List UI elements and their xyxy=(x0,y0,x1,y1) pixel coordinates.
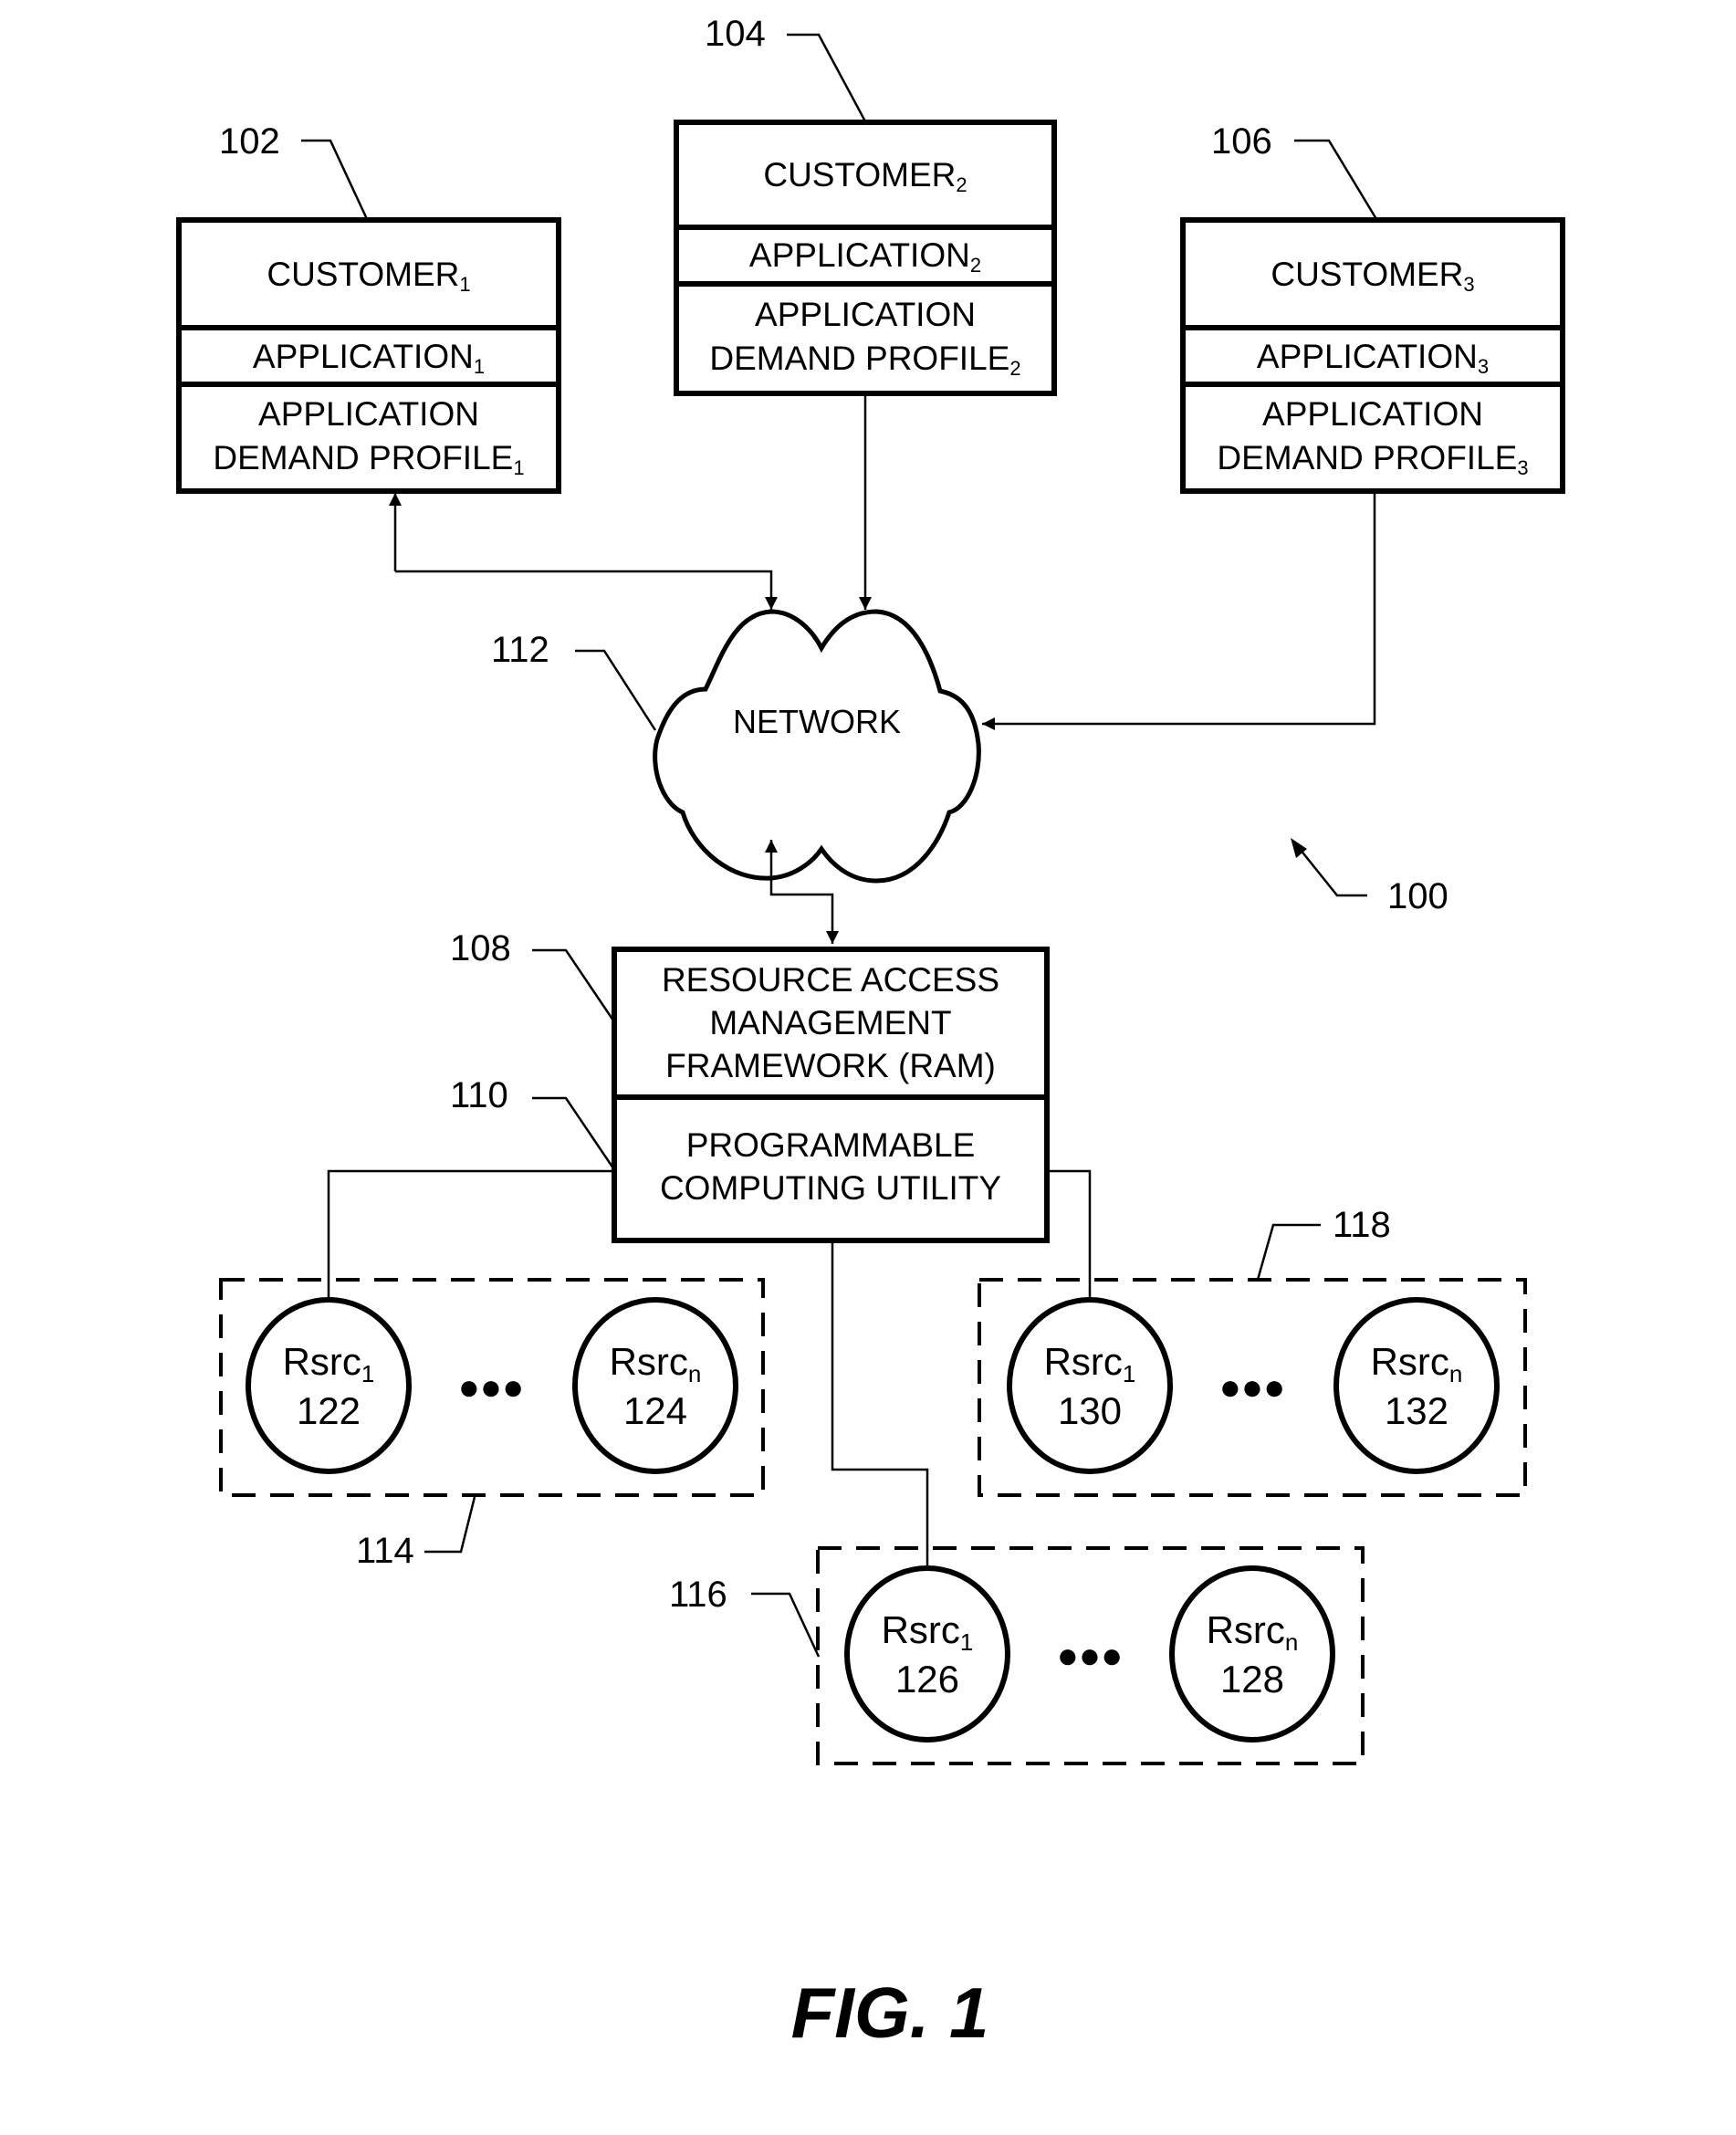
resource-node-126 xyxy=(844,1565,1010,1743)
demand-profile-label-1: DEMAND PROFILE1 xyxy=(213,439,524,479)
resource-name-130: Rsrc1 xyxy=(1044,1340,1136,1387)
leader-line-100 xyxy=(1295,843,1367,897)
customer-block-1: 102 CUSTOMER1 APPLICATION1 APPLICATION D… xyxy=(176,121,561,494)
cloud-shape xyxy=(653,609,981,884)
customer-label-2: CUSTOMER2 xyxy=(763,156,967,196)
ref-label-118: 118 xyxy=(1333,1205,1391,1245)
ram-label-line3: FRAMEWORK (RAM) xyxy=(665,1047,996,1084)
ref-label-114: 114 xyxy=(356,1531,414,1571)
ref-label-104: 104 xyxy=(705,14,766,54)
customer-label-1: CUSTOMER1 xyxy=(267,256,470,296)
ellipsis-icon: ●●● xyxy=(1057,1636,1123,1676)
network-label: NETWORK xyxy=(733,703,901,740)
resource-node-132 xyxy=(1333,1297,1500,1474)
customer-label-3: CUSTOMER3 xyxy=(1271,256,1474,296)
leader-line-110 xyxy=(532,1096,615,1169)
resource-ref-122: 122 xyxy=(297,1389,361,1432)
ref-label-100: 100 xyxy=(1387,876,1448,916)
leader-line-116 xyxy=(751,1592,821,1658)
application-label-1: APPLICATION1 xyxy=(253,338,485,378)
resource-node-128 xyxy=(1169,1565,1335,1743)
ref-label-106: 106 xyxy=(1211,121,1272,162)
resource-name-122: Rsrc1 xyxy=(283,1340,375,1387)
resource-name-132: Rsrcn xyxy=(1371,1340,1463,1387)
ref-label-110: 110 xyxy=(450,1075,508,1115)
leader-line-102 xyxy=(301,139,369,220)
system-diagram: 102 CUSTOMER1 APPLICATION1 APPLICATION D… xyxy=(176,14,1565,2053)
application-label-3: APPLICATION3 xyxy=(1257,338,1489,378)
leader-line-108 xyxy=(532,948,615,1021)
ref-label-116: 116 xyxy=(669,1575,727,1615)
resource-name-126: Rsrc1 xyxy=(882,1608,974,1656)
leader-line-106 xyxy=(1294,139,1378,220)
resource-node-130 xyxy=(1007,1297,1173,1474)
resource-name-124: Rsrcn xyxy=(610,1340,702,1387)
resource-node-122 xyxy=(246,1297,412,1474)
application-label-2: APPLICATION2 xyxy=(749,236,981,277)
figure-caption: FIG. 1 xyxy=(791,1973,989,2053)
leader-line-118 xyxy=(1256,1223,1321,1281)
ram-utility-block: 108 110 RESOURCE ACCESS MANAGEMENT FRAME… xyxy=(450,928,1050,1243)
arrow-customer-1-to-network xyxy=(395,570,778,610)
leader-line-112 xyxy=(575,649,657,731)
system-reference: 100 xyxy=(1291,838,1448,916)
resource-group-118: 118 Rsrc1 130 ●●● Rsrcn 132 xyxy=(978,1205,1527,1497)
resource-node-124 xyxy=(572,1297,738,1474)
resource-ref-126: 126 xyxy=(895,1658,959,1701)
leader-line-104 xyxy=(787,33,867,122)
resource-group-114: 114 Rsrc1 122 ●●● Rsrcn 124 xyxy=(219,1278,765,1571)
profile-label-2-line1: APPLICATION xyxy=(755,296,976,333)
utility-label-line1: PROGRAMMABLE xyxy=(686,1126,976,1164)
demand-profile-label-2: DEMAND PROFILE2 xyxy=(709,340,1020,380)
demand-profile-label-3: DEMAND PROFILE3 xyxy=(1217,439,1528,479)
resource-ref-130: 130 xyxy=(1058,1389,1122,1432)
ref-label-108: 108 xyxy=(450,928,511,968)
resource-name-128: Rsrcn xyxy=(1207,1608,1299,1656)
ram-label-line1: RESOURCE ACCESS xyxy=(662,961,999,999)
utility-label-line2: COMPUTING UTILITY xyxy=(660,1169,1001,1207)
resource-ref-132: 132 xyxy=(1385,1389,1448,1432)
connector-to-group-116 xyxy=(831,1240,929,1568)
profile-label-1-line1: APPLICATION xyxy=(258,395,479,433)
ref-label-112: 112 xyxy=(491,630,549,670)
ram-label-line2: MANAGEMENT xyxy=(709,1004,951,1041)
ellipsis-icon: ●●● xyxy=(1219,1367,1285,1408)
resource-ref-128: 128 xyxy=(1220,1658,1284,1701)
customer-block-3: 106 CUSTOMER3 APPLICATION3 APPLICATION D… xyxy=(1180,121,1565,494)
arrow-customer-3-to-network xyxy=(982,491,1376,730)
ellipsis-icon: ●●● xyxy=(458,1367,524,1408)
arrow-network-to-ram xyxy=(769,890,839,944)
leader-line-114 xyxy=(424,1496,476,1554)
resource-ref-124: 124 xyxy=(623,1389,687,1432)
customer-block-2: 104 CUSTOMER2 APPLICATION2 APPLICATION D… xyxy=(674,14,1057,396)
ref-label-102: 102 xyxy=(219,121,280,162)
network-cloud: 112 NETWORK xyxy=(491,609,981,884)
profile-label-3-line1: APPLICATION xyxy=(1262,395,1483,433)
resource-group-116: 116 Rsrc1 126 ●●● Rsrcn 128 xyxy=(669,1546,1365,1765)
